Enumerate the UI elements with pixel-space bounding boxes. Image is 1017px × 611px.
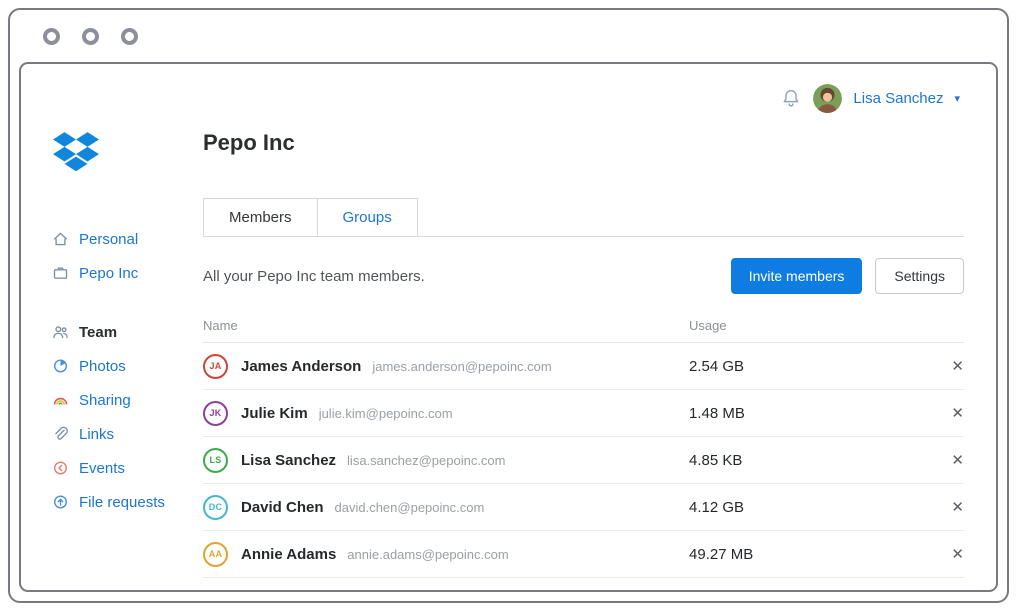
window-control-icon[interactable]: [82, 28, 99, 45]
member-name: Lisa Sanchez: [241, 452, 336, 469]
member-email: julie.kim@pepoinc.com: [319, 406, 453, 421]
member-name: Julie Kim: [241, 405, 308, 422]
window-control-icon[interactable]: [121, 28, 138, 45]
table-row: DC David Chen david.chen@pepoinc.com 4.1…: [203, 484, 964, 531]
member-email: annie.adams@pepoinc.com: [347, 547, 508, 562]
members-description: All your Pepo Inc team members.: [203, 268, 731, 285]
window-titlebar: [10, 10, 1007, 62]
briefcase-icon: [51, 265, 69, 281]
rainbow-icon: [51, 392, 69, 408]
member-initials-badge: AA: [203, 542, 228, 567]
content-area: Pepo Inc Members Groups All your Pepo In…: [203, 116, 964, 590]
sidebar-item-label: Links: [79, 426, 114, 443]
remove-member-close-icon[interactable]: ✕: [951, 404, 964, 422]
sidebar-item-label: Pepo Inc: [79, 265, 138, 282]
table-row: JK Julie Kim julie.kim@pepoinc.com 1.48 …: [203, 390, 964, 437]
remove-member-close-icon[interactable]: ✕: [951, 498, 964, 516]
member-email: james.anderson@pepoinc.com: [372, 359, 551, 374]
sidebar-item-sharing[interactable]: Sharing: [51, 383, 203, 417]
chevron-down-icon[interactable]: ▾: [954, 92, 960, 105]
page-title: Pepo Inc: [203, 130, 964, 156]
sidebar-item-label: Sharing: [79, 392, 131, 409]
tab-bar: Members Groups: [203, 198, 964, 237]
column-header-usage: Usage: [689, 318, 928, 333]
sidebar-item-label: File requests: [79, 494, 165, 511]
remove-member-close-icon[interactable]: ✕: [951, 451, 964, 469]
member-email: lisa.sanchez@pepoinc.com: [347, 453, 505, 468]
table-row: JA James Anderson james.anderson@pepoinc…: [203, 343, 964, 390]
home-icon: [51, 231, 69, 247]
user-name[interactable]: Lisa Sanchez: [853, 90, 943, 107]
events-icon: [51, 460, 69, 476]
member-usage: 1.48 MB: [689, 405, 928, 422]
member-initials-badge: JK: [203, 401, 228, 426]
sidebar-item-label: Events: [79, 460, 125, 477]
table-header: Name Usage: [203, 318, 964, 343]
member-usage: 2.54 GB: [689, 358, 928, 375]
main-layout: Personal Pepo Inc: [21, 114, 996, 590]
settings-button[interactable]: Settings: [875, 258, 964, 294]
member-initials-badge: LS: [203, 448, 228, 473]
sidebar-item-photos[interactable]: Photos: [51, 349, 203, 383]
sidebar-item-file-requests[interactable]: File requests: [51, 485, 203, 519]
sidebar-item-team[interactable]: Team: [51, 315, 203, 349]
column-header-name: Name: [203, 318, 689, 333]
tab-groups[interactable]: Groups: [318, 198, 418, 236]
remove-member-close-icon[interactable]: ✕: [951, 357, 964, 375]
member-usage: 4.85 KB: [689, 452, 928, 469]
invite-members-button[interactable]: Invite members: [731, 258, 863, 294]
window-control-icon[interactable]: [43, 28, 60, 45]
file-requests-icon: [51, 494, 69, 510]
table-row: LS Lisa Sanchez lisa.sanchez@pepoinc.com…: [203, 437, 964, 484]
member-name: James Anderson: [241, 358, 361, 375]
member-name: Annie Adams: [241, 546, 336, 563]
sidebar-item-pepo-inc[interactable]: Pepo Inc: [51, 256, 203, 290]
photos-pie-icon: [51, 358, 69, 374]
members-toolbar: All your Pepo Inc team members. Invite m…: [203, 258, 964, 294]
column-header-actions: [928, 318, 964, 333]
dropbox-logo-icon[interactable]: [53, 132, 99, 180]
member-initials-badge: JA: [203, 354, 228, 379]
sidebar-item-links[interactable]: Links: [51, 417, 203, 451]
sidebar-item-personal[interactable]: Personal: [51, 222, 203, 256]
sidebar-item-events[interactable]: Events: [51, 451, 203, 485]
team-icon: [51, 324, 69, 340]
user-avatar[interactable]: [813, 84, 842, 113]
member-name: David Chen: [241, 499, 324, 516]
sidebar-nav: Personal Pepo Inc: [51, 222, 203, 519]
member-usage: 4.12 GB: [689, 499, 928, 516]
members-table: Name Usage JA James Anderson james.ander…: [203, 318, 964, 578]
member-email: david.chen@pepoinc.com: [335, 500, 485, 515]
remove-member-close-icon[interactable]: ✕: [951, 545, 964, 563]
member-initials-badge: DC: [203, 495, 228, 520]
app-panel: Lisa Sanchez ▾: [19, 62, 998, 592]
sidebar-item-label: Personal: [79, 231, 138, 248]
sidebar: Personal Pepo Inc: [51, 116, 203, 590]
account-bar: Lisa Sanchez ▾: [21, 64, 996, 114]
sidebar-item-label: Team: [79, 324, 117, 341]
browser-window: Lisa Sanchez ▾: [8, 8, 1009, 603]
member-usage: 49.27 MB: [689, 546, 928, 563]
notifications-bell-icon[interactable]: [780, 87, 802, 109]
table-row: AA Annie Adams annie.adams@pepoinc.com 4…: [203, 531, 964, 578]
sidebar-item-label: Photos: [79, 358, 126, 375]
paperclip-icon: [51, 426, 69, 442]
tab-members[interactable]: Members: [203, 198, 318, 236]
